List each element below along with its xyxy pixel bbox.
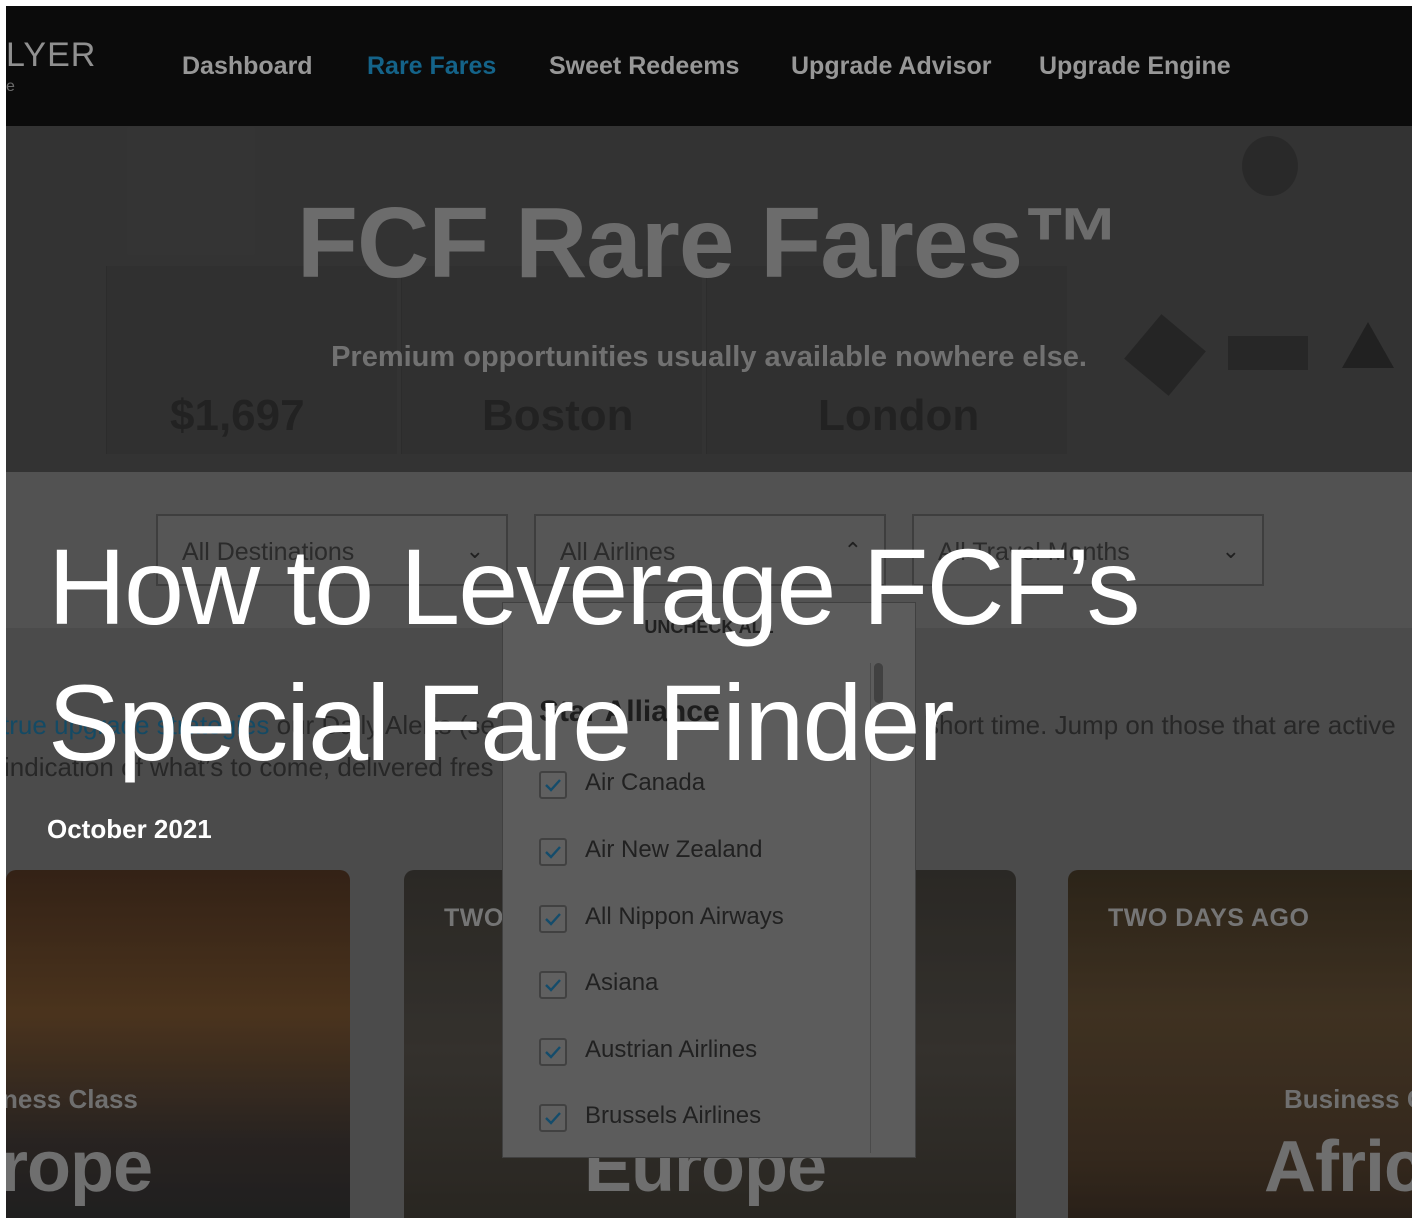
page-frame: LYER e Dashboard Rare Fares Sweet Redeem…: [6, 6, 1412, 1218]
article-title[interactable]: How to Leverage FCF’s Special Fare Finde…: [48, 519, 1348, 791]
article-date: October 2021: [47, 814, 212, 844]
